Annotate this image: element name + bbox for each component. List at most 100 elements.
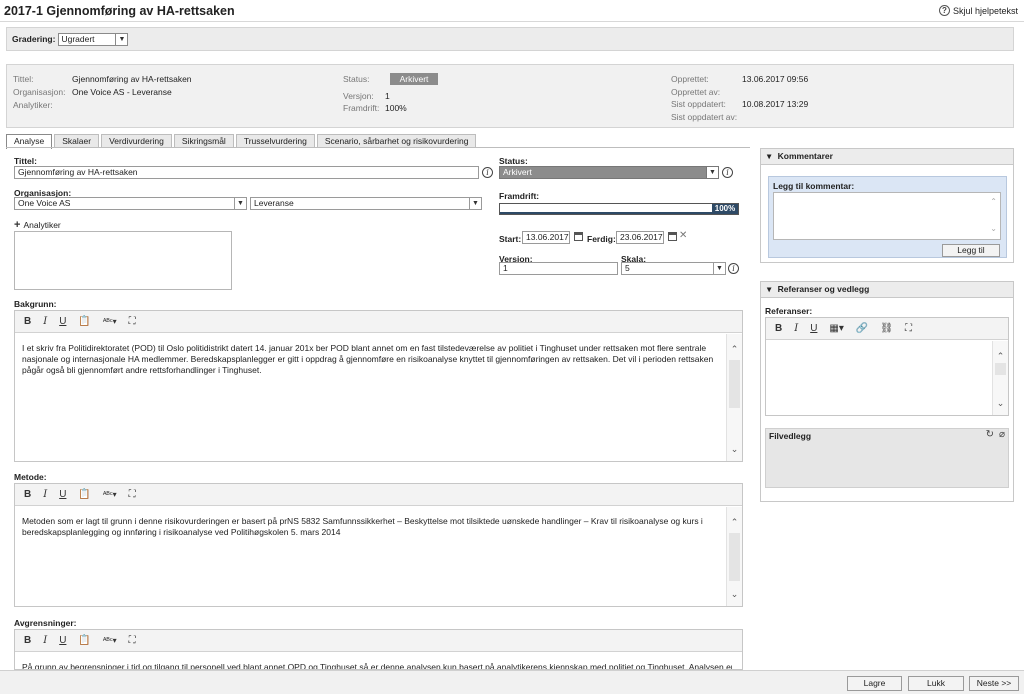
hide-help-link[interactable]: ? Skjul hjelpetekst xyxy=(938,5,1018,16)
italic-button[interactable]: I xyxy=(794,323,798,334)
progress-bar[interactable]: 100% xyxy=(499,203,739,215)
chevron-down-icon: ▼ xyxy=(115,33,127,45)
fullscreen-icon[interactable]: ⛶ xyxy=(129,489,136,500)
chevron-down-icon: ▼ xyxy=(234,198,246,209)
save-button[interactable]: Lagre xyxy=(847,676,902,691)
scroll-down-icon[interactable]: ⌄ xyxy=(990,224,997,233)
info-icon[interactable]: i xyxy=(722,167,733,178)
fullscreen-icon[interactable]: ⛶ xyxy=(129,316,136,327)
spellcheck-icon[interactable]: ᴬᴮᶜ▾ xyxy=(103,317,117,326)
comment-textarea[interactable]: ⌃ ⌄ xyxy=(773,192,1001,240)
editor-toolbar: B I U 📋 ᴬᴮᶜ▾ ⛶ xyxy=(15,311,742,333)
end-date-input[interactable]: 23.06.2017 xyxy=(616,231,664,244)
gradering-label: Gradering: xyxy=(12,34,56,44)
italic-button[interactable]: I xyxy=(43,489,47,500)
spellcheck-icon[interactable]: ᴬᴮᶜ▾ xyxy=(103,636,117,645)
scrollbar[interactable]: ⌃ ⌄ xyxy=(726,507,742,606)
bold-button[interactable]: B xyxy=(24,489,31,500)
paste-icon[interactable]: 📋 xyxy=(78,316,90,327)
link-icon[interactable]: 🔗 xyxy=(856,323,868,334)
avgrensninger-text[interactable]: På grunn av begrensninger i tid og tilga… xyxy=(22,662,732,669)
scroll-up-icon[interactable]: ⌃ xyxy=(727,344,742,355)
info-versjon-label: Versjon: xyxy=(343,91,374,101)
scroll-up-icon[interactable]: ⌃ xyxy=(990,197,997,206)
tab-skalaer[interactable]: Skalaer xyxy=(54,134,100,148)
scroll-down-icon[interactable]: ⌄ xyxy=(993,398,1008,409)
kommentarer-header[interactable]: ▾ Kommentarer xyxy=(761,149,1013,165)
tittel-input[interactable]: Gjennomføring av HA-rettsaken xyxy=(14,166,479,179)
referanser-editor[interactable]: B I U ▦▾ 🔗 ⛓ ⛶ ⌃ ⌄ xyxy=(765,317,1009,416)
tab-scenario[interactable]: Scenario, sårbarhet og risikovurdering xyxy=(316,134,477,148)
metode-text[interactable]: Metoden som er lagt til grunn i denne ri… xyxy=(22,516,716,538)
underline-button[interactable]: U xyxy=(59,489,66,500)
versjon-input[interactable]: 1 xyxy=(499,262,618,275)
scroll-up-icon[interactable]: ⌃ xyxy=(993,351,1008,362)
help-icon: ? xyxy=(938,5,950,16)
tab-divider xyxy=(6,147,750,148)
org-select[interactable]: One Voice AS ▼ xyxy=(14,197,247,210)
info-sist-oppdatert-label: Sist oppdatert: xyxy=(671,99,726,109)
italic-button[interactable]: I xyxy=(43,316,47,327)
paste-icon[interactable]: 📋 xyxy=(78,489,90,500)
ferdig-label: Ferdig: xyxy=(587,234,616,244)
scroll-thumb[interactable] xyxy=(995,363,1006,375)
fullscreen-icon[interactable]: ⛶ xyxy=(905,323,912,334)
add-analytiker-button[interactable]: + Analytiker xyxy=(14,219,61,231)
scroll-up-icon[interactable]: ⌃ xyxy=(727,517,742,528)
calendar-icon[interactable] xyxy=(574,232,583,241)
gradering-select[interactable]: Ugradert ▼ xyxy=(58,32,129,46)
close-button[interactable]: Lukk xyxy=(908,676,964,691)
tab-trusselvurdering[interactable]: Trusselvurdering xyxy=(235,134,315,148)
calendar-icon[interactable] xyxy=(668,232,677,241)
bakgrunn-editor[interactable]: B I U 📋 ᴬᴮᶜ▾ ⛶ I et skriv fra Politidire… xyxy=(14,310,743,462)
referanser-panel: ▾ Referanser og vedlegg Referanser: B I … xyxy=(760,281,1014,502)
footer-bar: Lagre Lukk Neste >> xyxy=(0,670,1024,694)
progress-fill xyxy=(500,212,738,214)
scroll-down-icon[interactable]: ⌄ xyxy=(727,589,742,600)
unlink-icon[interactable]: ⛓ xyxy=(880,323,893,334)
scrollbar[interactable]: ⌃ ⌄ xyxy=(992,341,1008,415)
scroll-down-icon[interactable]: ⌄ xyxy=(727,444,742,455)
info-icon[interactable]: i xyxy=(728,263,739,274)
scroll-thumb[interactable] xyxy=(729,360,740,408)
start-date-input[interactable]: 13.06.2017 xyxy=(522,231,570,244)
info-tittel-label: Tittel: xyxy=(13,74,34,84)
underline-button[interactable]: U xyxy=(59,635,66,646)
status-value: Arkivert xyxy=(503,167,532,177)
scroll-thumb[interactable] xyxy=(729,533,740,581)
refresh-icon[interactable]: ↻ xyxy=(986,429,994,440)
bold-button[interactable]: B xyxy=(775,323,782,334)
analytiker-list[interactable] xyxy=(14,231,232,290)
paste-icon[interactable]: 📋 xyxy=(78,635,90,646)
underline-button[interactable]: U xyxy=(59,316,66,327)
clear-date-icon[interactable]: ✕ xyxy=(679,230,687,241)
attach-icon[interactable]: ⌀ xyxy=(999,429,1005,440)
skala-select[interactable]: 5 ▼ xyxy=(621,262,726,275)
tab-bar: Analyse Skalaer Verdivurdering Sikringsm… xyxy=(6,134,477,149)
tab-verdivurdering[interactable]: Verdivurdering xyxy=(101,134,172,148)
info-versjon-value: 1 xyxy=(385,91,390,101)
editor-toolbar: B I U ▦▾ 🔗 ⛓ ⛶ xyxy=(766,318,1008,340)
add-comment-box: Legg til kommentar: ⌃ ⌄ Legg til xyxy=(768,176,1007,258)
spellcheck-icon[interactable]: ᴬᴮᶜ▾ xyxy=(103,490,117,499)
bakgrunn-text[interactable]: I et skriv fra Politidirektoratet (POD) … xyxy=(22,343,716,376)
avgrensninger-editor[interactable]: B I U 📋 ᴬᴮᶜ▾ ⛶ På grunn av begrensninger… xyxy=(14,629,743,670)
add-comment-button[interactable]: Legg til xyxy=(942,244,1000,257)
start-label: Start: xyxy=(499,234,522,244)
info-icon[interactable]: i xyxy=(482,167,493,178)
info-opprettet-label: Opprettet: xyxy=(671,74,709,84)
scrollbar[interactable]: ⌃ ⌄ xyxy=(726,334,742,461)
next-button[interactable]: Neste >> xyxy=(969,676,1019,691)
underline-button[interactable]: U xyxy=(810,323,817,334)
status-select[interactable]: Arkivert ▼ xyxy=(499,166,719,179)
table-icon[interactable]: ▦▾ xyxy=(829,323,843,334)
metode-editor[interactable]: B I U 📋 ᴬᴮᶜ▾ ⛶ Metoden som er lagt til g… xyxy=(14,483,743,607)
tab-sikringsmal[interactable]: Sikringsmål xyxy=(173,134,234,148)
fullscreen-icon[interactable]: ⛶ xyxy=(129,635,136,646)
bold-button[interactable]: B xyxy=(24,316,31,327)
referanser-header[interactable]: ▾ Referanser og vedlegg xyxy=(761,282,1013,298)
italic-button[interactable]: I xyxy=(43,635,47,646)
referanser-title: Referanser og vedlegg xyxy=(777,284,870,294)
org-unit-select[interactable]: Leveranse ▼ xyxy=(250,197,482,210)
bold-button[interactable]: B xyxy=(24,635,31,646)
